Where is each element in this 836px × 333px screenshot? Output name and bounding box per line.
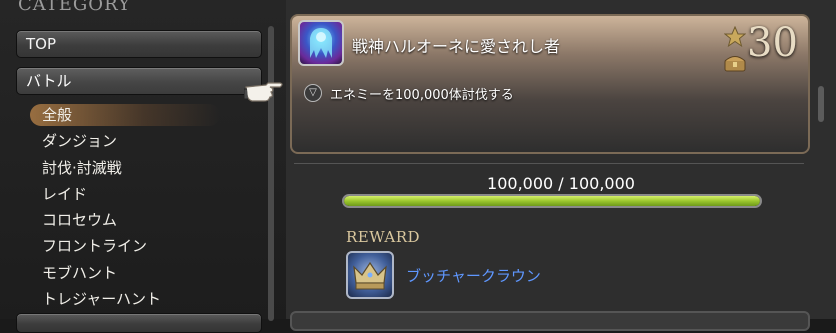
progress-bar-fill — [344, 196, 760, 206]
subcategory-label: モブハント — [42, 263, 118, 282]
subcategory-label: トレジャーハント — [42, 290, 161, 309]
subcategory-label: コロセウム — [42, 211, 118, 230]
subcategory-item-general[interactable]: 全般 — [30, 102, 260, 128]
subcategory-label: ダンジョン — [42, 132, 118, 151]
pointing-hand-icon — [243, 75, 284, 107]
achievement-name: 戦神ハルオーネに愛されし者 — [352, 37, 561, 56]
reward-item-link[interactable]: ブッチャークラウン — [406, 265, 541, 286]
subcategory-item-dungeon[interactable]: ダンジョン — [30, 128, 260, 154]
category-panel: CATEGORY TOP バトル 全般 ダンジョン 討伐·討滅戦 レイド コロセ… — [0, 0, 286, 333]
achievement-icon — [298, 20, 344, 66]
reward-label: REWARD — [346, 228, 421, 246]
progress-text: 100,000 / 100,000 — [487, 174, 635, 193]
category-battle-button[interactable]: バトル — [16, 67, 262, 95]
crown-icon[interactable] — [346, 251, 394, 299]
achievement-card[interactable]: 戦神ハルオーネに愛されし者 30 ▽ エネミーを100,000体討伐する — [290, 14, 810, 154]
chevron-down-icon[interactable]: ▽ — [304, 84, 322, 102]
progress-bar — [342, 194, 762, 208]
category-scrollbar[interactable] — [268, 26, 274, 321]
divider — [294, 163, 804, 164]
subcategory-label: フロントライン — [42, 237, 148, 256]
achievement-description: エネミーを100,000体討伐する — [330, 88, 514, 103]
subcategory-label: 討伐·討滅戦 — [42, 158, 122, 177]
category-header: CATEGORY — [18, 0, 131, 15]
subcategory-item-hunt[interactable]: モブハント — [30, 260, 260, 286]
subcategory-label: 全般 — [42, 106, 73, 124]
detail-scrollbar[interactable] — [818, 86, 824, 122]
subcategory-item-treasure-hunt[interactable]: トレジャーハント — [30, 286, 260, 312]
subcategory-list: 全般 ダンジョン 討伐·討滅戦 レイド コロセウム フロントライン モブハント … — [30, 102, 260, 312]
subcategory-label: レイド — [42, 184, 88, 203]
subcategory-item-frontline[interactable]: フロントライン — [30, 233, 260, 259]
next-achievement-card[interactable] — [290, 311, 810, 331]
achievement-points: 30 — [747, 20, 798, 66]
subcategory-item-trials[interactable]: 討伐·討滅戦 — [30, 155, 260, 181]
category-next-button[interactable] — [16, 313, 262, 333]
category-top-button[interactable]: TOP — [16, 30, 262, 58]
subcategory-item-colosseum[interactable]: コロセウム — [30, 207, 260, 233]
achievement-detail-panel: 戦神ハルオーネに愛されし者 30 ▽ エネミーを100,000体討伐する 100… — [286, 0, 836, 331]
subcategory-item-raid[interactable]: レイド — [30, 181, 260, 207]
treasure-chest-icon — [724, 54, 746, 76]
star-icon — [723, 25, 747, 52]
